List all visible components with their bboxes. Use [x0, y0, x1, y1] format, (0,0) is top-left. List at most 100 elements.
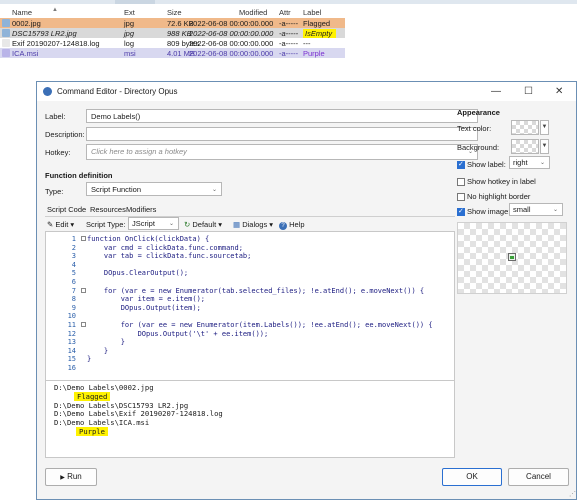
dialogs-menu[interactable]: ▦ Dialogs ▾	[233, 220, 273, 229]
show-image-checkbox[interactable]	[457, 207, 465, 216]
image-preview[interactable]	[457, 222, 567, 294]
code-line: for (var ee = new Enumerator(item.Labels…	[87, 321, 433, 329]
appearance-heading: Appearance	[457, 108, 500, 117]
file-attr: -a-----	[279, 39, 299, 48]
help-button[interactable]: ? Help	[279, 220, 305, 230]
help-icon: ?	[279, 222, 287, 230]
column-size[interactable]: Size	[167, 8, 182, 17]
line-number: 1	[71, 235, 76, 243]
show-label-checkbox[interactable]	[457, 160, 465, 169]
function-definition-heading: Function definition	[45, 171, 113, 180]
code-line: function OnClick(clickData) {	[87, 235, 210, 243]
lister-toolbar-strip	[0, 0, 577, 4]
file-list-header: Name ▲ Ext Size Modified Attr Label	[0, 6, 577, 18]
lister-tab-fragment[interactable]	[115, 0, 155, 4]
column-ext[interactable]: Ext	[124, 8, 135, 17]
tab-script-code[interactable]: Script Code	[47, 205, 86, 214]
default-menu[interactable]: ↻ Default ▾	[184, 220, 222, 229]
output-log[interactable]: D:\Demo Labels\0002.jpg Flagged D:\Demo …	[45, 380, 455, 458]
label-input[interactable]: Demo Labels()	[86, 109, 478, 123]
show-hotkey-checkbox[interactable]	[457, 178, 465, 186]
minimize-icon[interactable]: —	[491, 86, 501, 97]
tab-resources[interactable]: Resources	[90, 205, 126, 214]
output-line-4: D:\Demo Labels\ICA.msi	[54, 418, 150, 427]
file-modified: 2022-06-08 00:00:00.000	[189, 49, 274, 58]
edit-menu[interactable]: ✎ Edit ▾	[47, 220, 74, 229]
file-size: 988 KB	[167, 29, 192, 38]
column-label[interactable]: Label	[303, 8, 321, 17]
run-label: Run	[67, 472, 82, 481]
play-icon: ▶	[60, 475, 65, 481]
no-highlight-checkbox[interactable]	[457, 193, 465, 201]
show-label-value: right	[513, 158, 528, 167]
fold-toggle-icon[interactable]	[81, 322, 86, 327]
code-line: }	[87, 338, 125, 347]
ok-button[interactable]: OK	[442, 468, 502, 486]
column-modified[interactable]: Modified	[239, 8, 267, 17]
file-ext: msi	[124, 49, 136, 58]
line-number: 12	[67, 329, 76, 338]
background-dropdown[interactable]: ▼	[540, 139, 549, 154]
file-row[interactable]: DSC15793 LR2.jpg jpg 988 KB 2022-06-08 00:0…	[0, 28, 345, 38]
run-button[interactable]: ▶ Run	[45, 468, 97, 486]
show-image-caption: Show image:	[467, 207, 511, 216]
cancel-button[interactable]: Cancel	[508, 468, 569, 486]
file-attr: -a-----	[279, 49, 299, 58]
file-name: Exif 20190207-124818.log	[12, 39, 100, 48]
line-number: 14	[67, 346, 76, 355]
line-number: 8	[71, 295, 76, 304]
file-ext: jpg	[124, 19, 135, 28]
text-color-swatch[interactable]	[511, 120, 539, 135]
editor-tabs: Script Code Resources Modifiers	[47, 205, 247, 215]
line-number: 6	[71, 278, 76, 286]
fold-toggle-icon[interactable]	[81, 236, 86, 241]
line-number: 11	[67, 321, 76, 329]
line-number-gutter: 1 2 3 4 5 6 7 8 9 10 11 12 13 14 15 16	[46, 232, 86, 380]
script-type-combo[interactable]: JScript ⌄	[128, 217, 179, 230]
file-icon	[2, 29, 10, 37]
show-label-caption: Show label:	[467, 160, 506, 169]
description-input[interactable]	[86, 127, 478, 141]
file-row[interactable]: 0002.jpg jpg 72.6 KB 2022-06-08 00:00:00.00…	[0, 18, 345, 28]
file-icon	[2, 39, 10, 47]
type-combo[interactable]: Script Function ⌄	[86, 182, 222, 196]
file-name: ICA.msi	[12, 49, 39, 58]
default-icon: ↻	[184, 220, 191, 229]
output-tag-flagged: Flagged	[74, 392, 111, 401]
description-caption: Description:	[45, 130, 85, 139]
dialog-title: Command Editor - Directory Opus	[57, 87, 178, 96]
hotkey-input[interactable]: Click here to assign a hotkey	[86, 144, 478, 160]
line-number: 2	[71, 243, 76, 252]
show-label-combo[interactable]: right ⌄	[509, 156, 550, 169]
chevron-down-icon: ⌄	[211, 187, 217, 193]
fold-toggle-icon[interactable]	[81, 287, 86, 293]
line-number: 13	[67, 338, 76, 347]
file-row[interactable]: ICA.msi msi 4.01 MB 2022-06-08 00:00:00.000…	[0, 48, 345, 58]
background-swatch[interactable]	[511, 139, 539, 154]
code-line: DOpus.Output('\t' + ee.item());	[87, 329, 269, 338]
column-attr[interactable]: Attr	[279, 8, 291, 17]
line-number: 4	[71, 260, 76, 269]
output-line-3: D:\Demo Labels\Exif 20190207-124818.log	[54, 409, 223, 418]
maximize-icon[interactable]: ☐	[524, 86, 533, 97]
column-name[interactable]: Name	[12, 8, 32, 17]
script-code-editor[interactable]: 1 2 3 4 5 6 7 8 9 10 11 12 13 14 15 16 function OnClick…	[45, 231, 455, 381]
file-attr: -a-----	[279, 19, 299, 28]
resize-grip-icon[interactable]: ⋰	[569, 490, 576, 498]
line-number: 16	[67, 364, 76, 372]
line-number: 9	[71, 303, 76, 312]
close-icon[interactable]: ✕	[555, 86, 563, 97]
tab-modifiers[interactable]: Modifiers	[126, 205, 156, 214]
tab-divider	[45, 216, 455, 217]
line-number: 15	[67, 355, 76, 364]
default-label: Default	[192, 220, 217, 229]
file-row[interactable]: Exif 20190207-124818.log log 809 bytes 2022…	[0, 38, 345, 48]
file-icon	[2, 49, 10, 57]
code-line: for (var e = new Enumerator(tab.selected…	[87, 286, 425, 295]
dialogs-label: Dialogs	[242, 220, 268, 229]
text-color-dropdown[interactable]: ▼	[540, 120, 549, 135]
code-line: var cmd = clickData.func.command;	[87, 243, 243, 252]
help-label: Help	[289, 220, 305, 229]
show-image-combo[interactable]: small ⌄	[509, 203, 563, 216]
edit-label: Edit	[55, 220, 69, 229]
